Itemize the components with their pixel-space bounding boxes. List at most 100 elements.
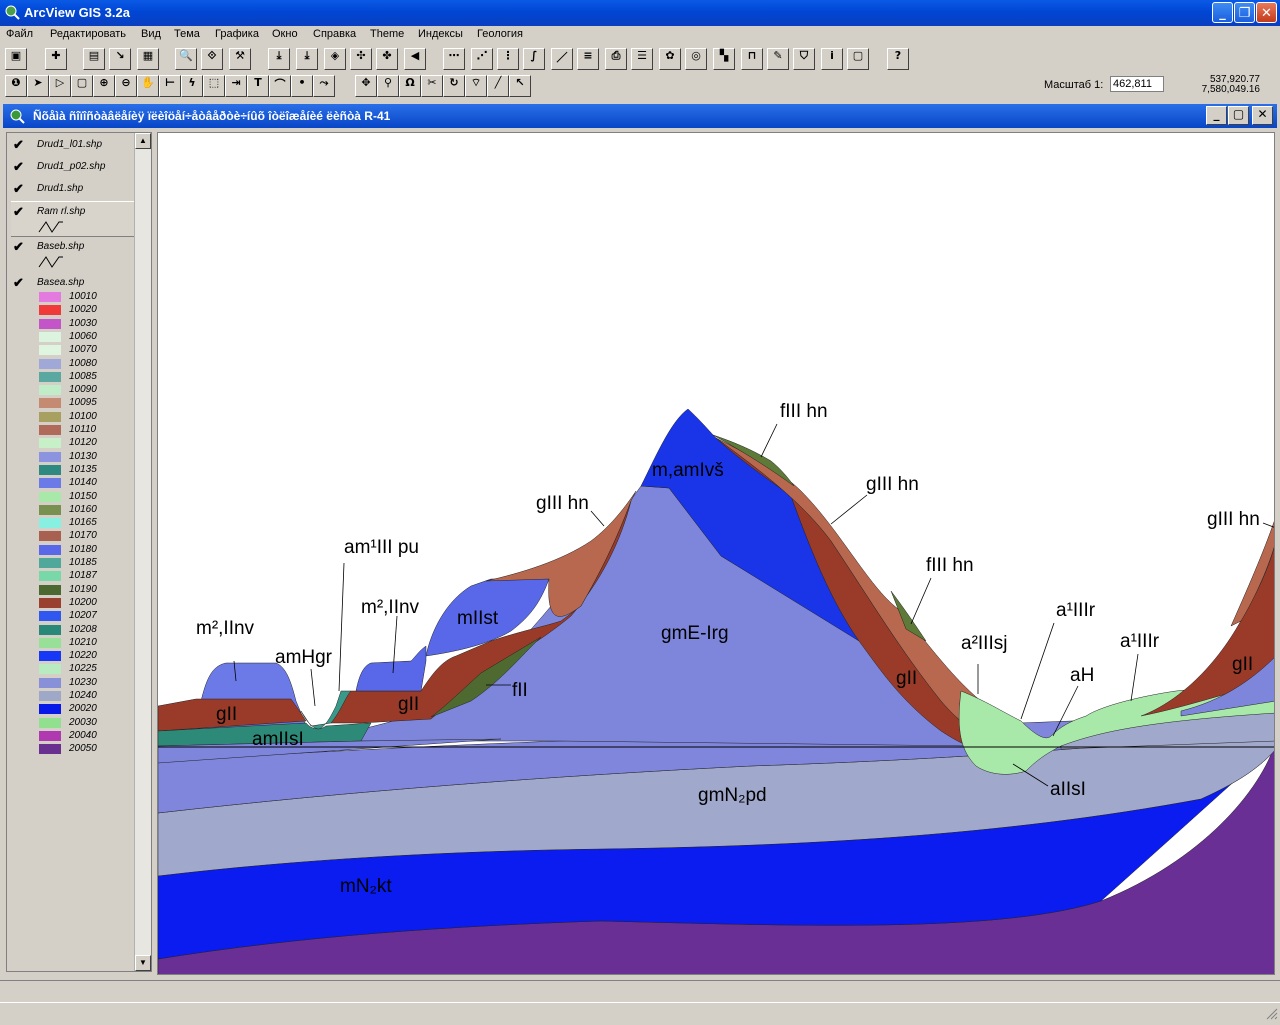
- menu-graphics[interactable]: Графика: [215, 28, 259, 40]
- view-minimize-icon[interactable]: _: [1206, 106, 1227, 125]
- scroll-down-icon[interactable]: ▼: [135, 955, 151, 971]
- rotate-icon[interactable]: ↻: [443, 75, 465, 97]
- map-view[interactable]: m²,IInv gII amHgr am¹III pu m²,IInv mIIs…: [157, 132, 1275, 975]
- legend-item: 20030: [37, 717, 137, 729]
- legend-label: 20030: [69, 716, 97, 728]
- identify-icon[interactable]: ❶: [5, 75, 27, 97]
- line-edit-icon[interactable]: ╱: [487, 75, 509, 97]
- area-of-interest-icon[interactable]: ⬚: [203, 75, 225, 97]
- select-features-icon[interactable]: ⋯: [443, 48, 465, 70]
- label-icon[interactable]: ⇥: [225, 75, 247, 97]
- move-icon[interactable]: ✥: [355, 75, 377, 97]
- view-close-icon[interactable]: ✕: [1252, 106, 1273, 125]
- map-label: aH: [1070, 665, 1094, 686]
- menu-view[interactable]: Вид: [141, 28, 161, 40]
- menu-file[interactable]: Файл: [6, 28, 33, 40]
- find-icon[interactable]: 🔍: [175, 48, 197, 70]
- restore-icon[interactable]: ❐: [1234, 2, 1255, 23]
- pointer-icon[interactable]: ➤: [27, 75, 49, 97]
- search-tool-icon[interactable]: ⚲: [377, 75, 399, 97]
- menu-geology[interactable]: Геология: [477, 28, 523, 40]
- menu-edit[interactable]: Редактировать: [50, 28, 126, 40]
- layer-checkbox-icon[interactable]: ✔: [13, 159, 24, 175]
- print-icon[interactable]: ⎙: [605, 48, 627, 70]
- snap-icon[interactable]: ⤳: [313, 75, 335, 97]
- legend-label: 10170: [69, 530, 97, 542]
- layer-ram-rl[interactable]: ✔ Ram rl.shp: [11, 201, 139, 237]
- layer-checkbox-icon[interactable]: ✔: [13, 239, 24, 255]
- hammer-icon[interactable]: ⚒: [229, 48, 251, 70]
- frame-icon[interactable]: ▢: [847, 48, 869, 70]
- legend-item: 10210: [37, 637, 137, 649]
- color-legend-icon[interactable]: ▚: [713, 48, 735, 70]
- measure-icon[interactable]: ⊢: [159, 75, 181, 97]
- view-maximize-icon[interactable]: ▢: [1228, 106, 1249, 125]
- layer-checkbox-icon[interactable]: ✔: [13, 204, 24, 220]
- legend-item: 10010: [37, 291, 137, 303]
- add-theme-icon[interactable]: ✚: [45, 48, 67, 70]
- locate-icon[interactable]: ⟐: [201, 48, 223, 70]
- close-icon[interactable]: ✕: [1256, 2, 1277, 23]
- menu-theme[interactable]: Тема: [174, 28, 200, 40]
- legend-label: 10110: [69, 424, 97, 435]
- layer-checkbox-icon[interactable]: ✔: [13, 181, 24, 197]
- layer-checkbox-icon[interactable]: ✔: [13, 137, 24, 153]
- help-pointer-icon[interactable]: ?: [887, 48, 909, 70]
- menu-theme-en[interactable]: Theme: [370, 28, 404, 40]
- zoom-in-icon[interactable]: ✣: [350, 48, 372, 70]
- select-graphic-icon[interactable]: ▢: [71, 75, 93, 97]
- split-icon[interactable]: ✂: [421, 75, 443, 97]
- minimize-icon[interactable]: _: [1212, 2, 1233, 23]
- edit-legend-icon[interactable]: ↘: [109, 48, 131, 70]
- zoom-to-selected-icon[interactable]: ◈: [324, 48, 346, 70]
- layer-checkbox-icon[interactable]: ✔: [13, 275, 24, 291]
- legend-swatch: [39, 730, 61, 741]
- menu-window[interactable]: Окно: [272, 28, 298, 40]
- query-icon[interactable]: ⋰: [471, 48, 493, 70]
- legend-item: 10100: [37, 411, 137, 423]
- list-icon[interactable]: ≡: [577, 48, 599, 70]
- info-icon[interactable]: i: [821, 48, 843, 70]
- zoom-to-themes-icon[interactable]: ⤓: [296, 48, 318, 70]
- table-icon[interactable]: ▦: [137, 48, 159, 70]
- zoom-out-icon[interactable]: ✤: [376, 48, 398, 70]
- pan-icon[interactable]: ✋: [137, 75, 159, 97]
- scroll-up-icon[interactable]: ▲: [135, 133, 151, 149]
- theme-properties-icon[interactable]: ▤: [83, 48, 105, 70]
- legend-swatch: [39, 491, 61, 502]
- layer-baseb[interactable]: ✔ Baseb.shp: [11, 239, 135, 273]
- geology-tool-icon[interactable]: ⊓: [741, 48, 763, 70]
- save-icon[interactable]: ▣: [5, 48, 27, 70]
- pencil-icon[interactable]: ✎: [767, 48, 789, 70]
- stamp-icon[interactable]: ⛉: [793, 48, 815, 70]
- zoom-out-tool-icon[interactable]: ⊖: [115, 75, 137, 97]
- draw-point-icon[interactable]: •: [291, 75, 313, 97]
- cursor-tool-icon[interactable]: ↖: [509, 75, 531, 97]
- legend-swatch: [39, 358, 61, 369]
- vertex-edit-icon[interactable]: ▷: [49, 75, 71, 97]
- zoom-in-tool-icon[interactable]: ⊕: [93, 75, 115, 97]
- lasso-icon[interactable]: Ω: [399, 75, 421, 97]
- hotlink-icon[interactable]: ϟ: [181, 75, 203, 97]
- draw-line-icon[interactable]: ／: [551, 48, 573, 70]
- layout-icon[interactable]: ☰: [631, 48, 653, 70]
- legend-label: 10090: [69, 384, 97, 396]
- menu-indexes[interactable]: Индексы: [418, 28, 463, 40]
- legend-label: 20040: [69, 729, 97, 741]
- callout-icon[interactable]: ⌒: [269, 75, 291, 97]
- zoom-previous-icon[interactable]: ◀: [404, 48, 426, 70]
- unit-blue-m2llnv-mid: [355, 645, 427, 692]
- select-by-theme-icon[interactable]: ⋮: [497, 48, 519, 70]
- palette-icon[interactable]: ✿: [659, 48, 681, 70]
- reshape-icon[interactable]: ⌔: [465, 75, 487, 97]
- resize-grip-icon[interactable]: [1264, 1006, 1278, 1020]
- zoom-to-extent-icon[interactable]: ⤓: [268, 48, 290, 70]
- symbol-window-icon[interactable]: ◎: [685, 48, 707, 70]
- toc-scrollbar[interactable]: ▲ ▼: [134, 133, 151, 971]
- menu-help[interactable]: Справка: [313, 28, 356, 40]
- text-tool-icon[interactable]: T: [247, 75, 269, 97]
- legend-label: 10160: [69, 503, 97, 515]
- scale-input[interactable]: 462,811: [1110, 76, 1164, 92]
- clear-selected-icon[interactable]: ∫: [523, 48, 545, 70]
- legend-swatch: [39, 637, 61, 648]
